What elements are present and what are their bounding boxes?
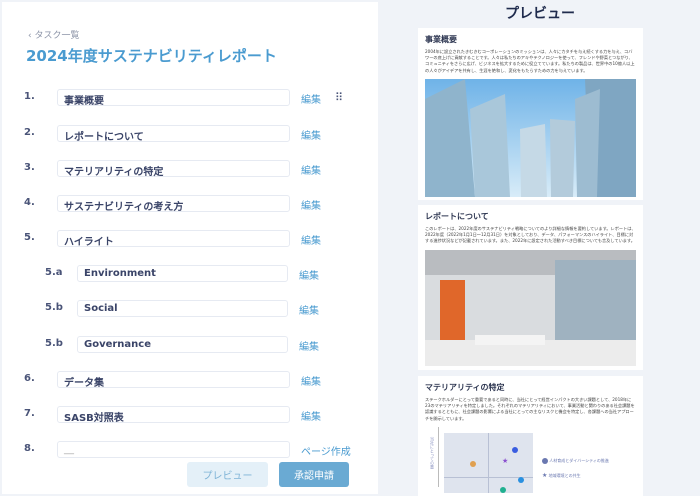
- back-link[interactable]: ‹ タスク一覧: [28, 28, 79, 41]
- edit-link[interactable]: 編集: [299, 267, 319, 282]
- skyscrapers-image: [425, 78, 636, 197]
- section-number: 3.: [24, 162, 35, 173]
- page-title: 2024年度サステナビリティレポート: [26, 47, 277, 65]
- section-row: 3. マテリアリティの特定 編集: [2, 160, 378, 178]
- section-title-input[interactable]: サステナビリティの考え方: [57, 195, 290, 213]
- section-number: 5.a: [45, 267, 63, 278]
- section-title-input[interactable]: ハイライト: [57, 230, 290, 248]
- section-number: 6.: [24, 373, 35, 384]
- section-title-input[interactable]: Social: [77, 300, 288, 317]
- card-text: ステークホルダーにとって重要であると同時に、当社にとって経営インパクトの大きい課…: [425, 397, 635, 421]
- card-text: 2004年に設立されたきむきむコーポレーションのミッションは、人々にカタチを与え…: [425, 49, 635, 73]
- section-number: 1.: [24, 91, 35, 102]
- section-row: 1. 事業概要 編集 ⠿: [2, 89, 378, 107]
- edit-link[interactable]: 編集: [301, 232, 321, 247]
- section-number: 4.: [24, 197, 35, 208]
- section-title-input[interactable]: Environment: [77, 265, 288, 282]
- section-title-input[interactable]: 事業概要: [57, 89, 290, 107]
- edit-link[interactable]: 編集: [301, 408, 321, 423]
- edit-link[interactable]: 編集: [301, 197, 321, 212]
- data-point: [470, 460, 476, 467]
- preview-button[interactable]: プレビュー: [187, 462, 268, 487]
- preview-heading: プレビュー: [505, 6, 575, 22]
- section-row: 5.b Social 編集: [2, 300, 378, 318]
- create-page-link[interactable]: ページ作成: [301, 443, 351, 458]
- edit-link[interactable]: 編集: [299, 302, 319, 317]
- section-number: 7.: [24, 408, 35, 419]
- axis-label: 当社にとっての重: [430, 436, 435, 469]
- section-row: 5. ハイライト 編集: [2, 230, 378, 248]
- preview-card-about: レポートについて このレポートは、2022年度のサステナビリティ戦略についてのよ…: [418, 205, 643, 370]
- section-title-input[interactable]: SASB対照表: [57, 406, 290, 424]
- section-row: 5.a Environment 編集: [2, 265, 378, 283]
- section-row: 2. レポートについて 編集: [2, 125, 378, 143]
- data-point: [518, 476, 524, 483]
- edit-link[interactable]: 編集: [301, 162, 321, 177]
- materiality-matrix: 当社にとっての重 ★ 人材育成とダイバーシティの推進 ★ 地域環境との共生: [425, 426, 636, 493]
- card-title: レポートについて: [425, 212, 489, 221]
- section-title-input[interactable]: Governance: [77, 336, 288, 353]
- legend-item: 人材育成とダイバーシティの推進: [542, 457, 609, 464]
- section-row: 5.b Governance 編集: [2, 336, 378, 354]
- section-title-input[interactable]: レポートについて: [57, 125, 290, 143]
- section-number: 8.: [24, 443, 35, 454]
- editor-panel: ‹ タスク一覧 2024年度サステナビリティレポート 1. 事業概要 編集 ⠿ 2…: [2, 2, 378, 494]
- office-lobby-image: [425, 249, 636, 366]
- preview-card-materiality: マテリアリティの特定 ステークホルダーにとって重要であると同時に、当社にとって経…: [418, 376, 643, 496]
- section-title-input[interactable]: マテリアリティの特定: [57, 160, 290, 178]
- back-link-label: タスク一覧: [34, 31, 80, 41]
- card-text: このレポートは、2022年度のサステナビリティ戦略についてのより詳細な情報を要約…: [425, 226, 636, 244]
- data-point: [512, 446, 518, 453]
- edit-link[interactable]: 編集: [301, 373, 321, 388]
- edit-link[interactable]: 編集: [301, 91, 321, 106]
- card-title: 事業概要: [425, 35, 457, 44]
- section-row: 8. __ ページ作成: [2, 441, 378, 459]
- section-row: 4. サステナビリティの考え方 編集: [2, 195, 378, 213]
- card-title: マテリアリティの特定: [425, 383, 505, 392]
- star-point: ★: [502, 456, 509, 465]
- section-row: 7. SASB対照表 編集: [2, 406, 378, 424]
- preview-card-business: 事業概要 2004年に設立されたきむきむコーポレーションのミッションは、人々にカ…: [418, 28, 643, 200]
- edit-link[interactable]: 編集: [299, 338, 319, 353]
- section-title-input[interactable]: データ集: [57, 371, 290, 389]
- edit-link[interactable]: 編集: [301, 127, 321, 142]
- section-number: 2.: [24, 127, 35, 138]
- section-number: 5.: [24, 232, 35, 243]
- section-number: 5.b: [45, 302, 63, 313]
- y-axis-arrow: [438, 426, 439, 487]
- approve-request-button[interactable]: 承認申請: [279, 462, 349, 487]
- matrix-grid: ★: [444, 432, 533, 493]
- section-number: 5.b: [45, 338, 63, 349]
- section-row: 6. データ集 編集: [2, 371, 378, 389]
- legend-item: ★ 地域環境との共生: [542, 471, 581, 479]
- drag-handle-icon[interactable]: ⠿: [335, 91, 343, 104]
- section-title-input[interactable]: __: [57, 441, 290, 458]
